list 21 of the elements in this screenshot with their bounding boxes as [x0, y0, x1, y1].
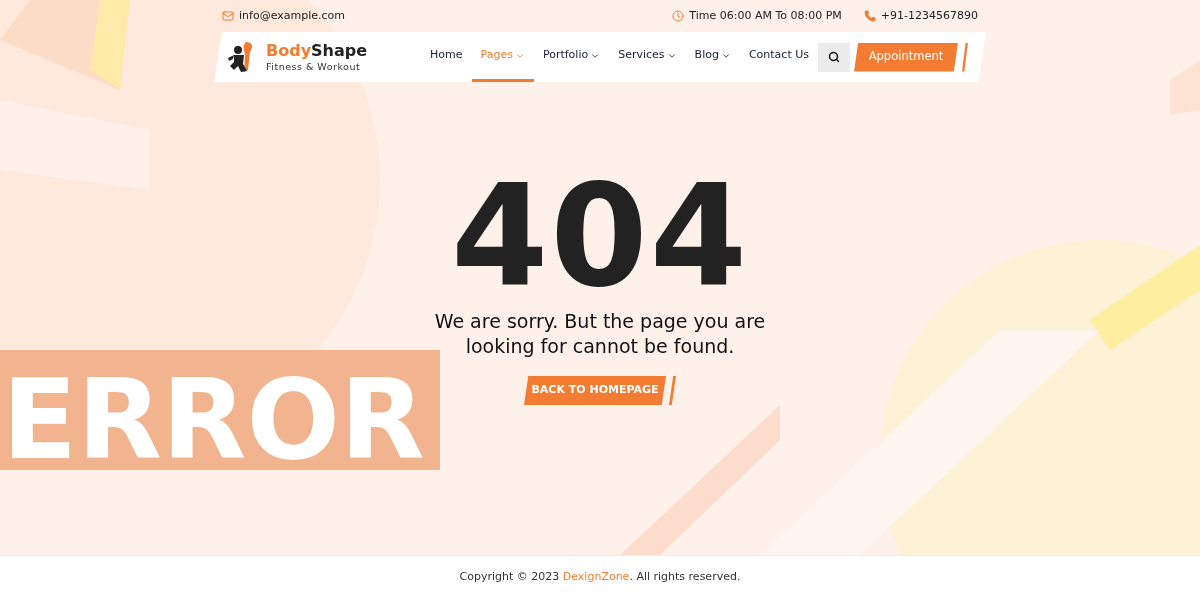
error-message: We are sorry. But the page you are looking for cannot be found.	[433, 309, 767, 359]
email-text: info@example.com	[239, 7, 345, 24]
clock-icon	[672, 10, 685, 22]
search-icon	[828, 51, 840, 63]
nav-link[interactable]: Contact Us	[739, 32, 818, 82]
phone-text: +91-1234567890	[880, 7, 978, 24]
search-button[interactable]	[818, 42, 850, 72]
nav-link[interactable]: Portfolio	[533, 32, 610, 82]
error-code: 404	[450, 174, 750, 299]
background-word: ERROR	[2, 365, 425, 475]
phone-icon	[863, 10, 876, 22]
brand-tagline: Fitness & Workout	[266, 61, 362, 73]
nav-link[interactable]: Services	[609, 32, 686, 82]
mail-icon	[222, 10, 234, 22]
brand-name: BodyShape	[266, 41, 368, 62]
slash-accent-icon	[669, 376, 676, 405]
hours-text: Time 06:00 AM To 08:00 PM	[689, 7, 842, 24]
nav-link[interactable]: Home	[421, 32, 472, 82]
nav-link[interactable]: Blog	[685, 32, 740, 82]
slash-accent-icon	[962, 42, 968, 72]
copyright-text: Copyright © 2023 DexignZone. All rights reserved.	[459, 568, 741, 585]
